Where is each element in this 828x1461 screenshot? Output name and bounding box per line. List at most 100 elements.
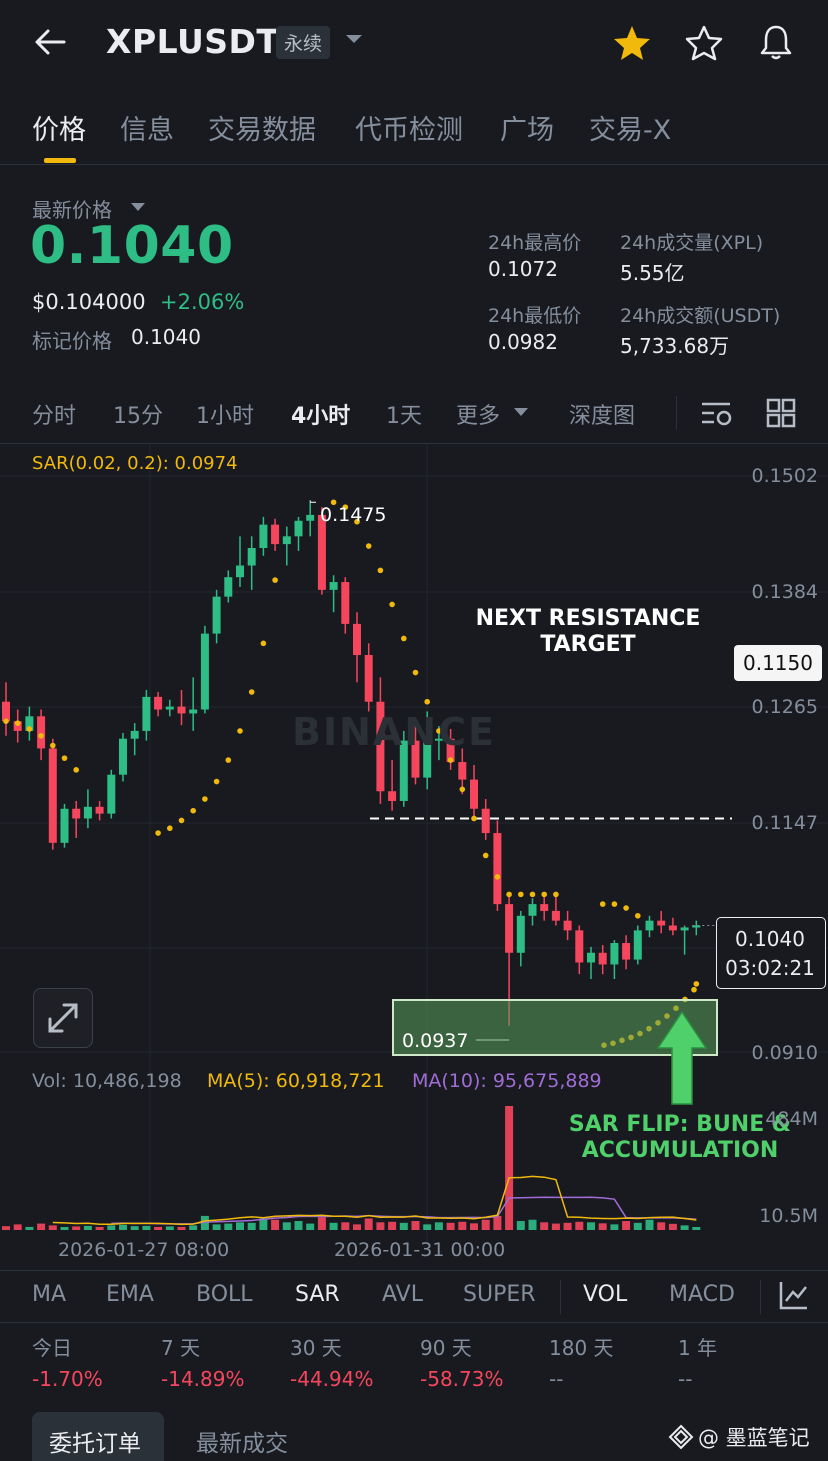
indicator-sar[interactable]: SAR [295,1282,340,1307]
tab-trade-x[interactable]: 交易-X [589,108,671,147]
sar-dot [389,601,395,608]
sar-dot [541,891,547,898]
bell-icon[interactable] [756,22,796,62]
tab-price[interactable]: 价格 [32,108,86,147]
tab-trading-data[interactable]: 交易数据 [208,108,316,147]
interval-1h[interactable]: 1小时 [196,398,254,430]
symbol-title[interactable]: XPLUSDT [106,22,279,61]
price-change: +2.06% [160,290,245,314]
candle-body [657,920,666,926]
fullscreen-button[interactable] [33,988,93,1048]
perf-value: -- [549,1367,564,1391]
indicator-settings-icon[interactable] [778,1279,810,1311]
usd-price: $0.104000 [32,290,146,314]
interval-4h[interactable]: 4小时 [291,398,350,430]
depth-chart-tab[interactable]: 深度图 [569,398,635,430]
sar-dot [635,912,641,919]
indicator-macd[interactable]: MACD [669,1282,735,1307]
volume-bar [236,1222,244,1230]
candle-body [259,524,268,548]
candle-body [271,524,280,545]
indicator-boll[interactable]: BOLL [196,1282,253,1307]
volume-ma10-line [111,1196,697,1225]
dropdown-caret-icon[interactable] [344,32,364,46]
tab-info[interactable]: 信息 [120,108,174,147]
back-arrow-icon[interactable] [30,24,70,60]
grid-layout-icon[interactable] [766,398,796,428]
volume-axis-bottom: 10.5M [759,1205,818,1227]
indicator-ma[interactable]: MA [32,1282,66,1307]
candle-body [294,520,303,537]
interval-1d[interactable]: 1天 [386,398,422,430]
candle-body [60,808,69,843]
divider [0,1270,828,1271]
current-price-label: 0.1040 [735,927,805,951]
star-filled-icon[interactable] [612,24,652,62]
tab-square[interactable]: 广场 [500,108,554,147]
candle-body [72,808,81,819]
sar-dot [26,726,33,732]
indicator-avl[interactable]: AVL [382,1282,423,1307]
volume-bar [317,1217,326,1230]
chart-settings-icon[interactable] [700,398,734,428]
volume-bar [119,1224,127,1230]
volume-bar [657,1222,666,1230]
chevron-down-icon[interactable] [130,202,146,212]
mark-price-value: 0.1040 [131,325,201,349]
candle-body [587,952,595,963]
volume-bar [411,1221,420,1230]
resistance-text-line2: TARGET [540,632,636,657]
perf-value: -- [678,1367,693,1391]
volume-bar [353,1224,361,1230]
volume-bar [610,1224,619,1230]
candle-body [364,655,373,702]
candle-body [154,696,163,710]
candle-body [528,904,537,916]
candle-body [95,806,104,814]
sar-dot [190,807,196,814]
volume-axis-top: 484M [765,1108,818,1130]
indicator-vol[interactable]: VOL [583,1282,627,1307]
sar-dot [518,891,524,898]
indicator-super[interactable]: SUPER [463,1282,536,1307]
more-caret-icon[interactable] [513,406,529,418]
volume-bar [294,1221,303,1230]
last-price: 0.1040 [30,216,234,276]
volume-bar [458,1221,467,1230]
candle-body [189,709,198,714]
tab-token-check[interactable]: 代币检测 [355,108,463,147]
perf-label: 90 天 [420,1336,472,1360]
volume-bar [446,1222,455,1230]
expand-icon [48,1003,78,1033]
sar-dot [272,577,278,583]
tab-recent-trades[interactable]: 最新成交 [196,1424,288,1458]
sar-dot [482,852,489,859]
volume-ma5-line [52,1175,697,1226]
indicator-ema[interactable]: EMA [106,1282,154,1307]
candle-body [247,548,256,566]
tab-open-orders[interactable]: 委托订单 [49,1424,141,1458]
volume-bar [423,1224,432,1230]
candle-body [83,806,92,819]
sar-dot [73,767,79,773]
volume-bar [154,1226,163,1230]
sar-dot [178,817,185,824]
interval-timeline[interactable]: 分时 [32,398,76,430]
up-arrow-icon [656,1010,708,1105]
volume-value: Vol: 10,486,198 [32,1070,182,1092]
volume-bar [247,1222,256,1230]
interval-15m[interactable]: 15分 [113,398,163,430]
volume-bar [399,1222,408,1230]
date-axis-label: 2026-01-31 00:00 [334,1239,506,1261]
sar-dot [471,815,477,822]
divider [0,1322,828,1323]
interval-more[interactable]: 更多 [456,398,500,430]
volume-bar [224,1223,233,1230]
volume-bar [142,1225,151,1230]
sar-dot [611,901,618,907]
candle-body [563,920,572,931]
low-24h-label: 24h最低价 [488,305,582,327]
star-outline-icon[interactable] [684,24,724,62]
sar-dot [14,720,21,726]
sar-dot [447,757,454,763]
